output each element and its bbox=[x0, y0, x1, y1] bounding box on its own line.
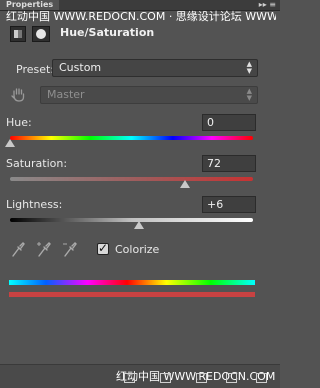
view-previous-state-icon[interactable] bbox=[160, 373, 171, 383]
hue-slider-thumb[interactable] bbox=[5, 139, 15, 147]
lightness-slider-thumb[interactable] bbox=[133, 221, 144, 229]
colorize-checkbox[interactable]: ✓ bbox=[97, 241, 109, 255]
colorize-label: Colorize bbox=[115, 243, 160, 256]
visibility-eye-icon[interactable] bbox=[226, 373, 237, 383]
hue-input[interactable]: 0 bbox=[202, 114, 256, 131]
eyedropper-plus-icon[interactable] bbox=[36, 241, 52, 259]
preset-select-arrows-icon: ▲ ▼ bbox=[246, 60, 252, 75]
saturation-label: Saturation: bbox=[6, 157, 68, 170]
saturation-slider-track[interactable] bbox=[10, 177, 253, 181]
watermark-text-top: 红动中国 WWW.REDOCN.COM · 思缘设计论坛 WWW.MISSYUA… bbox=[6, 10, 276, 23]
reset-icon[interactable] bbox=[196, 373, 207, 383]
eyedropper-icon[interactable] bbox=[10, 241, 26, 259]
hue-slider-track[interactable] bbox=[10, 136, 253, 140]
adjustment-title: Hue/Saturation bbox=[60, 26, 155, 39]
on-image-adjust-hand-icon[interactable] bbox=[10, 86, 28, 104]
channel-select-arrows-icon: ▲ ▼ bbox=[246, 87, 252, 102]
lightness-slider-track[interactable] bbox=[10, 218, 253, 222]
preset-value: Custom bbox=[59, 61, 102, 74]
lightness-label: Lightness: bbox=[6, 198, 63, 211]
hue-label: Hue: bbox=[6, 116, 32, 129]
clip-to-layer-icon[interactable] bbox=[124, 373, 135, 383]
channel-select: Master ▲ ▼ bbox=[40, 86, 258, 104]
saturation-input[interactable]: 72 bbox=[202, 155, 256, 172]
hue-saturation-adjustment-icon[interactable] bbox=[10, 26, 26, 42]
eyedropper-minus-icon[interactable] bbox=[62, 241, 78, 259]
properties-tab[interactable]: Properties bbox=[0, 0, 60, 10]
panel-menu-icon[interactable]: ▸▸ ≡ bbox=[259, 0, 276, 10]
layer-mask-icon[interactable] bbox=[32, 26, 50, 42]
checkmark-icon: ✓ bbox=[98, 241, 109, 255]
properties-header: Hue/Saturation bbox=[0, 24, 280, 46]
saturation-slider-thumb[interactable] bbox=[179, 180, 190, 188]
input-color-strip bbox=[9, 280, 255, 285]
preset-label: Preset: bbox=[16, 63, 55, 76]
channel-value: Master bbox=[47, 88, 85, 101]
output-color-strip bbox=[9, 292, 255, 297]
lightness-input[interactable]: +6 bbox=[202, 196, 256, 213]
delete-trash-icon[interactable] bbox=[256, 373, 267, 383]
preset-select[interactable]: Custom ▲ ▼ bbox=[52, 59, 258, 77]
